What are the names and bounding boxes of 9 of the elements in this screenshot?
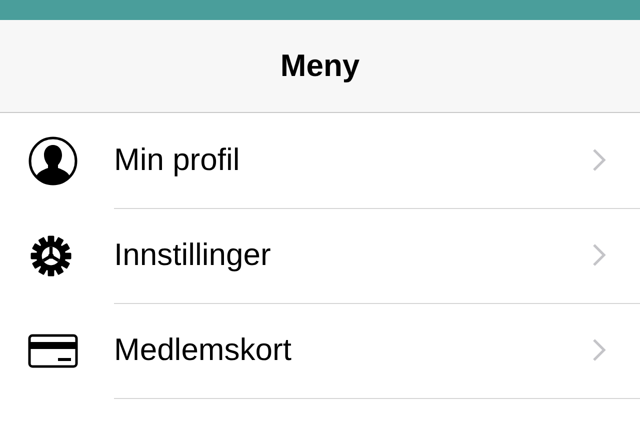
nav-title: Meny (280, 48, 360, 84)
chevron-icon (592, 243, 606, 267)
menu-item[interactable]: Min profil (114, 142, 592, 178)
chevron-icon (592, 148, 606, 172)
chevron-icon (592, 338, 606, 362)
menu-item[interactable]: Innstillinger (114, 237, 592, 273)
profile-icon (28, 136, 78, 186)
menu-item[interactable]: Medlemskort (114, 332, 592, 368)
credit-card-icon (28, 334, 78, 368)
